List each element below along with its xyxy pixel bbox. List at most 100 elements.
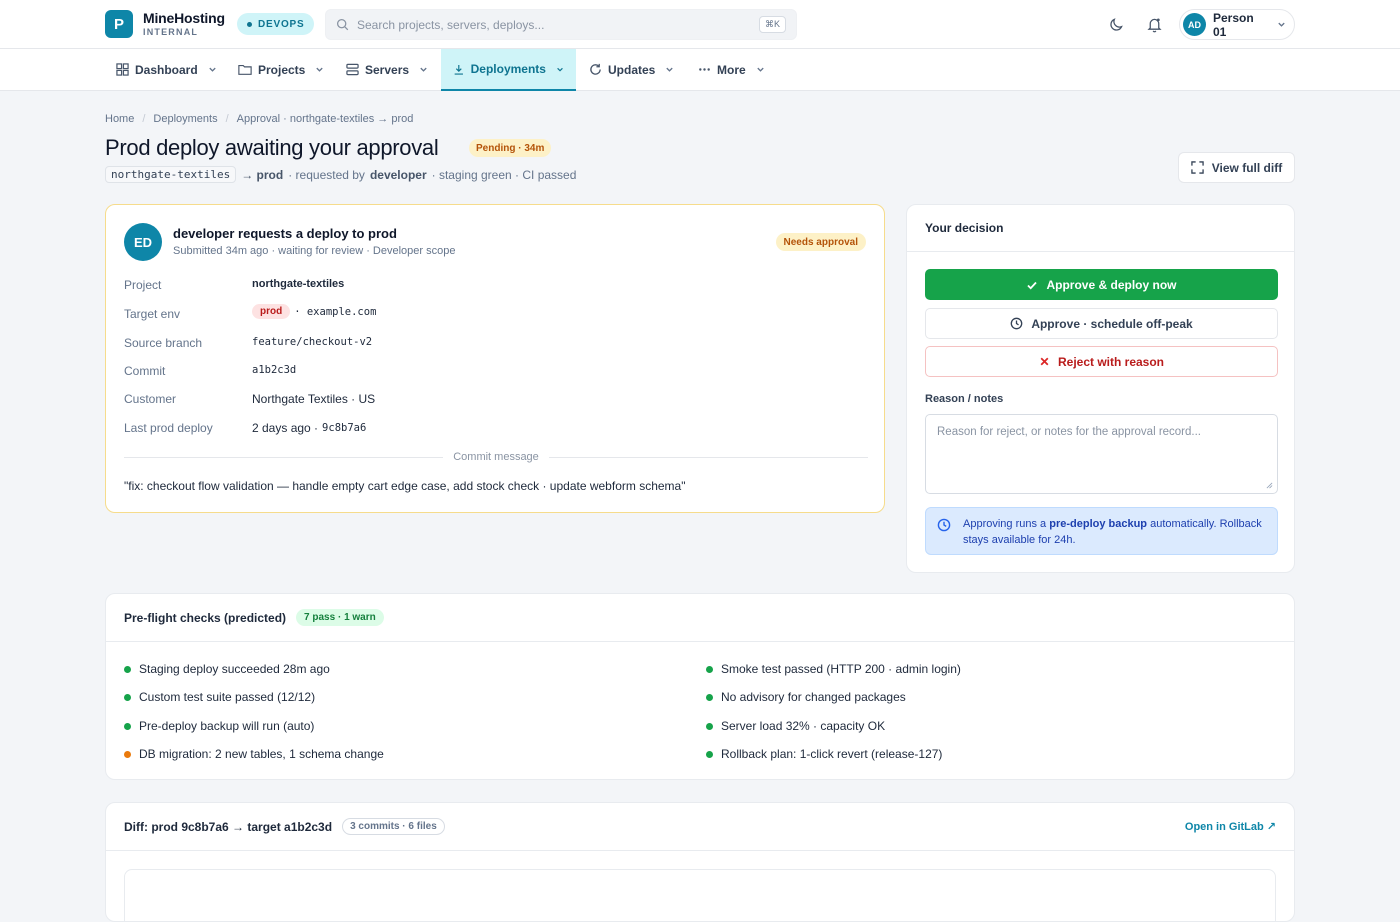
requested-by-label: · requested by xyxy=(288,167,365,182)
field-label: Customer xyxy=(124,392,177,406)
check-item: Smoke test passed (HTTP 200 · admin logi… xyxy=(706,662,961,676)
server-icon xyxy=(346,63,359,76)
nav-label: Dashboard xyxy=(135,62,198,77)
chevron-down-icon xyxy=(666,67,674,72)
breadcrumb-home[interactable]: Home xyxy=(105,113,134,125)
commit-message-divider: Commit message xyxy=(124,449,869,465)
brand-subtitle: INTERNAL xyxy=(143,27,199,37)
info-text: Approving runs a xyxy=(963,518,1047,530)
notes-textarea[interactable]: Reason for reject, or notes for the appr… xyxy=(925,414,1278,494)
chevron-down-icon xyxy=(420,67,427,72)
chevron-down-icon xyxy=(557,67,563,72)
search-input[interactable]: Search projects, servers, deploys... xyxy=(357,18,751,32)
nav-deployments[interactable]: Deployments xyxy=(441,49,576,91)
page-title: Prod deploy awaiting your approval xyxy=(105,135,439,160)
commit-message-heading: Commit message xyxy=(453,451,539,463)
env-badge: prod xyxy=(252,304,291,319)
check-text: Pre-deploy backup will run (auto) xyxy=(139,719,315,733)
field-label: Source branch xyxy=(124,336,203,350)
chevron-down-icon xyxy=(209,67,216,72)
commit-value: a1b2c3d xyxy=(252,364,297,376)
clock-icon xyxy=(1010,317,1023,330)
diff-heading: Diff: prod 9c8b7a6 → target a1b2c3d xyxy=(124,819,333,834)
diff-content xyxy=(124,869,1276,921)
nav-label: Deployments xyxy=(470,62,546,76)
user-menu[interactable]: AD Person 01 xyxy=(1179,9,1295,40)
theme-toggle-moon-icon[interactable] xyxy=(1106,14,1126,34)
approve-label: Approve & deploy now xyxy=(1046,277,1177,292)
page-subtitle: northgate-textiles → prod · requested by… xyxy=(105,166,576,183)
brand[interactable]: MineHosting INTERNAL xyxy=(143,11,225,38)
notifications-bell-icon[interactable] xyxy=(1144,14,1164,34)
clock-icon xyxy=(937,518,951,532)
status-dot-icon xyxy=(124,750,131,758)
nav-servers[interactable]: Servers xyxy=(334,49,440,90)
open-in-gitlab-link[interactable]: Open in GitLab ↗ xyxy=(1185,820,1276,833)
preflight-summary-badge: 7 pass · 1 warn xyxy=(296,609,384,626)
nav-dashboard[interactable]: Dashboard xyxy=(104,49,229,90)
status-summary: · staging green · CI passed xyxy=(431,167,577,182)
schedule-label: Approve · schedule off-peak xyxy=(1031,316,1193,331)
grid-icon xyxy=(116,63,129,76)
field-value: 2 days ago · 9c8b7a6 xyxy=(252,421,366,435)
breadcrumb: Home / Deployments / Approval · northgat… xyxy=(105,113,413,125)
field-label: Project xyxy=(124,278,162,292)
check-item: Rollback plan: 1-click revert (release-1… xyxy=(706,747,942,761)
check-icon xyxy=(1027,281,1038,289)
backup-info-banner: Approving runs a pre-deploy backup autom… xyxy=(925,507,1278,555)
decision-heading: Your decision xyxy=(907,205,1294,252)
project-link[interactable]: northgate-textiles xyxy=(252,278,344,290)
view-full-diff-button[interactable]: View full diff xyxy=(1178,152,1295,183)
check-text: No advisory for changed packages xyxy=(721,690,906,704)
check-text: Custom test suite passed (12/12) xyxy=(139,690,316,704)
resize-handle-icon[interactable] xyxy=(1266,482,1273,489)
diff-header: Diff: prod 9c8b7a6 → target a1b2c3d 3 co… xyxy=(106,803,1294,851)
reject-label: Reject with reason xyxy=(1057,354,1165,369)
approve-deploy-button[interactable]: Approve & deploy now xyxy=(925,269,1278,300)
view-full-diff-label: View full diff xyxy=(1211,160,1283,175)
divider-line xyxy=(124,456,444,458)
expand-icon xyxy=(1191,161,1204,174)
request-card: ED developer requests a deploy to prod S… xyxy=(105,204,885,513)
breadcrumb-deployments[interactable]: Deployments xyxy=(153,113,217,125)
status-dot-icon xyxy=(706,722,713,730)
check-item: Custom test suite passed (12/12) xyxy=(124,690,315,704)
breadcrumb-separator: / xyxy=(142,113,146,125)
avatar: AD xyxy=(1183,13,1206,36)
search-bar[interactable]: Search projects, servers, deploys... ⌘K xyxy=(325,9,797,40)
status-dot-icon xyxy=(124,665,131,673)
close-icon xyxy=(1040,357,1049,366)
decision-panel: Your decision Approve & deploy now Appro… xyxy=(906,204,1295,573)
field-label: Target env xyxy=(124,307,181,321)
status-dot-icon xyxy=(247,21,252,27)
request-subtitle: Submitted 34m ago · waiting for review ·… xyxy=(173,245,456,257)
needs-approval-badge: Needs approval xyxy=(775,233,866,251)
chevron-down-icon xyxy=(756,67,764,72)
status-dot-icon xyxy=(706,693,713,701)
top-bar: P MineHosting INTERNAL DEVOPS Search pro… xyxy=(0,0,1400,49)
notes-label: Reason / notes xyxy=(925,393,1004,405)
reject-button[interactable]: Reject with reason xyxy=(925,346,1278,377)
environment-badge: DEVOPS xyxy=(237,13,315,35)
divider-line xyxy=(548,456,869,458)
check-text: Smoke test passed (HTTP 200 · admin logi… xyxy=(721,662,961,676)
customer-value: Northgate Textiles · US xyxy=(252,392,376,406)
env-host: · example.com xyxy=(294,305,377,318)
nav-updates[interactable]: Updates xyxy=(577,49,686,90)
app-logo[interactable]: P xyxy=(105,10,133,38)
status-dot-icon xyxy=(706,665,713,673)
nav-label: Servers xyxy=(365,62,410,77)
nav-more[interactable]: More xyxy=(686,49,777,90)
requester-name: developer xyxy=(369,167,427,182)
schedule-approve-button[interactable]: Approve · schedule off-peak xyxy=(925,308,1278,339)
check-item: No advisory for changed packages xyxy=(706,690,906,704)
user-name: Person 01 xyxy=(1213,10,1254,39)
folder-icon xyxy=(238,64,252,75)
check-text: Server load 32% · capacity OK xyxy=(721,719,886,733)
check-text: Staging deploy succeeded 28m ago xyxy=(139,662,330,676)
branch-value: feature/checkout-v2 xyxy=(252,336,373,348)
preflight-heading: Pre-flight checks (predicted) xyxy=(124,610,287,625)
check-item: Pre-deploy backup will run (auto) xyxy=(124,719,314,733)
check-text: Rollback plan: 1-click revert (release-1… xyxy=(721,747,943,761)
nav-projects[interactable]: Projects xyxy=(226,49,336,90)
